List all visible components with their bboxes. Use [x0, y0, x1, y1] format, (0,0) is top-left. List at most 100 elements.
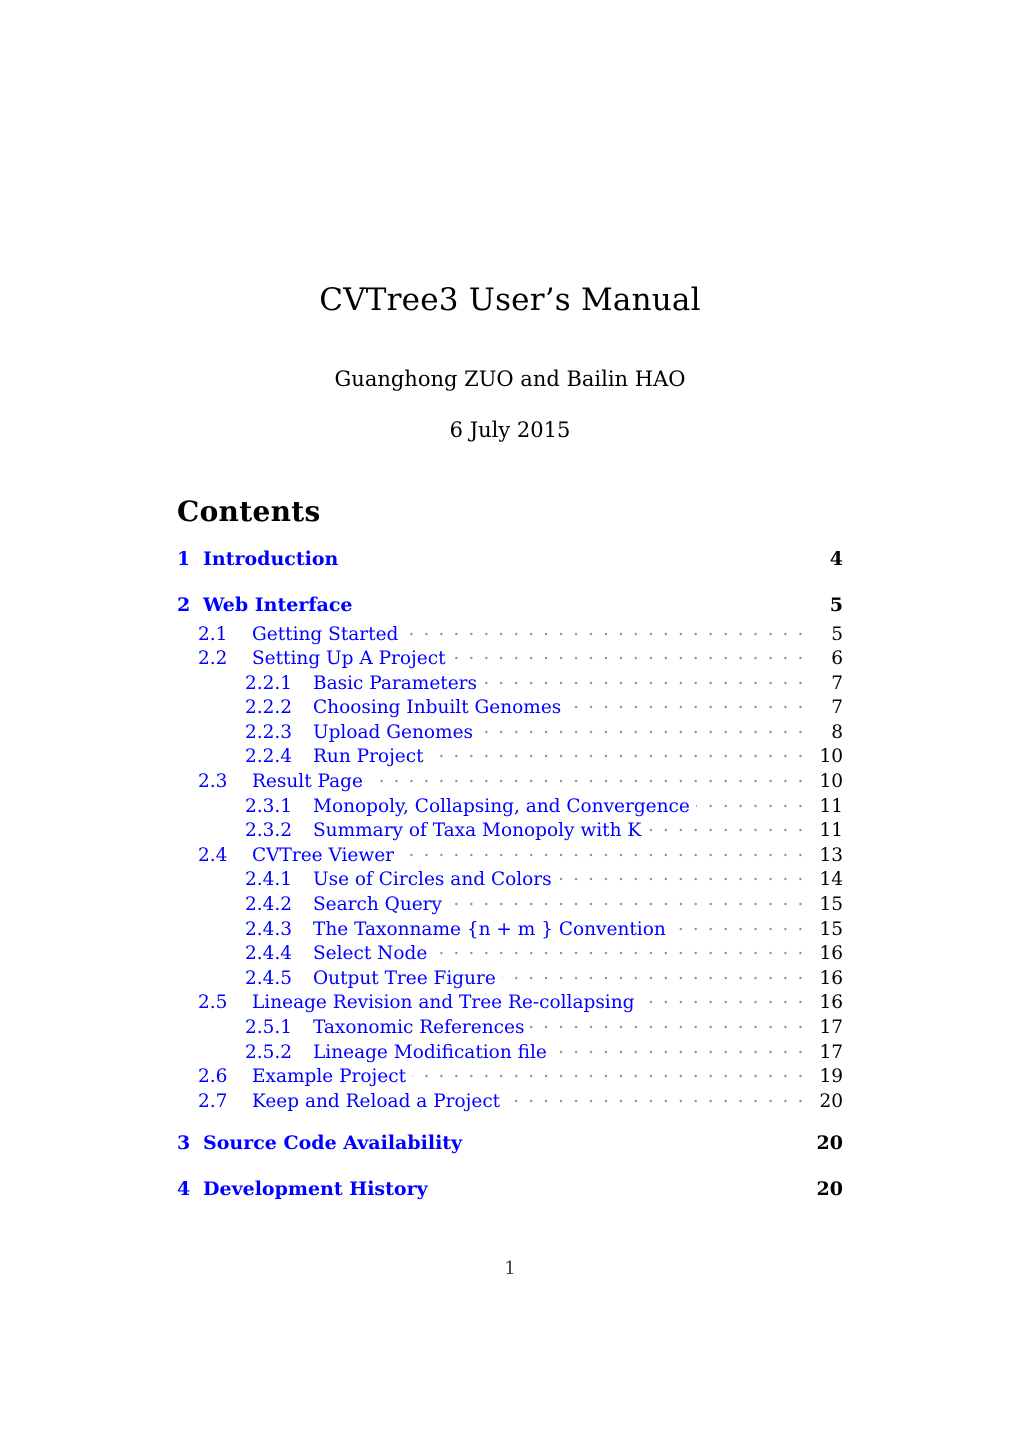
- toc-entry-number: 2.3.1: [245, 795, 293, 817]
- toc-entry[interactable]: 2.3 Result Page 10: [177, 769, 843, 794]
- toc-entry[interactable]: 1 Introduction 4: [177, 546, 843, 575]
- toc-entry[interactable]: 2.3.1 Monopoly, Collapsing, and Convergen…: [177, 793, 843, 818]
- toc-entry-number: 2.3: [198, 771, 228, 793]
- toc-entry-number: 2: [177, 594, 191, 616]
- toc-entry-page: 8: [831, 721, 843, 743]
- toc-entry-label: Example Project: [252, 1066, 407, 1088]
- toc-entry-number: 2.4.4: [245, 943, 293, 965]
- toc-entry-label: CVTree Viewer: [252, 844, 395, 866]
- toc-entry[interactable]: 2.5.1 Taxonomic References 17: [177, 1015, 843, 1040]
- document-authors: Guanghong ZUO and Bailin HAO: [334, 367, 686, 392]
- toc-entry[interactable]: 2.4.2 Search Query 15: [177, 892, 843, 917]
- toc-entry-label: Basic Parameters: [313, 672, 478, 694]
- toc-dot-leader: [672, 916, 805, 935]
- toc-entry-label: Summary of Taxa Monopoly with K: [313, 820, 642, 842]
- toc-entry-label: Keep and Reload a Project: [252, 1090, 501, 1112]
- toc-dot-leader: [369, 769, 805, 788]
- toc-dot-leader: [640, 990, 805, 1009]
- page-number-folio: 1: [504, 1258, 516, 1279]
- toc-entry-page: 20: [816, 1131, 843, 1154]
- toc-entry-label: Getting Started: [252, 623, 399, 645]
- toc-dot-leader: [506, 1088, 805, 1107]
- toc-entry-label: Search Query: [313, 894, 442, 916]
- toc-entry[interactable]: 2.6 Example Project 19: [177, 1064, 843, 1089]
- toc-dot-leader: [483, 670, 805, 689]
- toc-entry-number: 2.2.1: [245, 672, 293, 694]
- toc-entry-number: 1: [177, 548, 191, 570]
- toc-entry-number: 2.4.1: [245, 869, 293, 891]
- toc-entry-number: 2.2.4: [245, 746, 293, 768]
- toc-entry-label: Choosing Inbuilt Genomes: [313, 697, 562, 719]
- toc-entry-page: 11: [819, 820, 843, 842]
- toc-dot-leader: [567, 695, 805, 714]
- toc-entry-label: Output Tree Figure: [313, 967, 496, 989]
- toc-entry[interactable]: 2.4.4 Select Node 16: [177, 941, 843, 966]
- document-title: CVTree3 User’s Manual: [319, 282, 701, 318]
- toc-dot-leader: [558, 867, 805, 886]
- toc-entry-number: 2.5.2: [245, 1041, 293, 1063]
- toc-entry-number: 2.2.2: [245, 697, 293, 719]
- toc-entry-page: 6: [831, 648, 843, 670]
- toc-dot-leader: [430, 744, 805, 763]
- toc-entry[interactable]: 2.2.4 Run Project 10: [177, 744, 843, 769]
- toc-entry-page: 7: [831, 672, 843, 694]
- toc-entry-number: 2.1: [198, 623, 228, 645]
- toc-entry-label: Result Page: [252, 771, 363, 793]
- toc-dot-leader: [434, 1176, 805, 1195]
- toc-entry-label: Select Node: [313, 943, 428, 965]
- toc-entry-page: 11: [819, 795, 843, 817]
- toc-entry[interactable]: 2.2.1 Basic Parameters 7: [177, 670, 843, 695]
- toc-entry-label: Run Project: [313, 746, 424, 768]
- toc-dot-leader: [359, 592, 806, 611]
- toc-entry-number: 2.4.3: [245, 918, 293, 940]
- toc-dot-leader: [433, 941, 805, 960]
- toc-entry[interactable]: 2.4 CVTree Viewer 13: [177, 842, 843, 867]
- toc-entry-page: 5: [831, 623, 843, 645]
- toc-entry-page: 4: [829, 548, 843, 570]
- toc-dot-leader: [530, 1015, 805, 1034]
- toc-entry-page: 5: [829, 594, 843, 616]
- toc-dot-leader: [400, 842, 805, 861]
- toc-entry-page: 17: [819, 1017, 843, 1038]
- toc-entry-label: Lineage Modification file: [313, 1041, 547, 1063]
- toc-entry[interactable]: 2.5 Lineage Revision and Tree Re-collapsi…: [177, 990, 843, 1015]
- toc-dot-leader: [412, 1064, 805, 1083]
- toc-entry-label: Use of Circles and Colors: [313, 869, 552, 891]
- toc-dot-leader: [468, 1130, 805, 1149]
- toc-entry-page: 20: [819, 1090, 843, 1112]
- toc-entry-number: 2.2: [198, 648, 228, 670]
- toc-entry-page: 10: [819, 771, 843, 793]
- toc-entry-label: Introduction: [203, 548, 339, 570]
- toc-entry[interactable]: 2.7 Keep and Reload a Project 20: [177, 1088, 843, 1113]
- toc-entry-number: 2.5.1: [245, 1017, 293, 1038]
- toc-entry-number: 4: [177, 1177, 191, 1200]
- toc-entry[interactable]: 3 Source Code Availability 20: [177, 1130, 843, 1159]
- toc-entry[interactable]: 2 Web Interface 5: [177, 592, 843, 621]
- toc-dot-leader: [647, 818, 805, 837]
- toc-entry[interactable]: 2.3.2 Summary of Taxa Monopoly with K 11: [177, 818, 843, 843]
- toc-entry-label: Web Interface: [203, 594, 353, 616]
- toc-entry-label: Setting Up A Project: [252, 648, 446, 670]
- toc-entry[interactable]: 2.4.3 The Taxonname {n + m } Convention 15: [177, 916, 843, 941]
- toc-entry[interactable]: 2.2.2 Choosing Inbuilt Genomes 7: [177, 695, 843, 720]
- contents-heading: Contents: [177, 495, 321, 528]
- toc-entry[interactable]: 4 Development History 20: [177, 1176, 843, 1205]
- toc-entry[interactable]: 2.2 Setting Up A Project 6: [177, 646, 843, 671]
- toc-entry-page: 17: [819, 1041, 843, 1063]
- toc-entry-number: 2.7: [198, 1090, 228, 1112]
- toc-entry[interactable]: 2.1 Getting Started 5: [177, 621, 843, 646]
- toc-entry[interactable]: 2.4.5 Output Tree Figure 16: [177, 965, 843, 990]
- toc-entry-page: 10: [819, 746, 843, 768]
- toc-entry-number: 2.4.2: [245, 894, 293, 916]
- toc-entry-number: 3: [177, 1131, 191, 1154]
- title-block: CVTree3 User’s Manual Guanghong ZUO and …: [0, 283, 1020, 442]
- toc-entry[interactable]: 2.4.1 Use of Circles and Colors 14: [177, 867, 843, 892]
- toc-dot-leader: [553, 1039, 805, 1058]
- toc-entry-label: The Taxonname {n + m } Convention: [313, 918, 666, 940]
- toc-entry-page: 15: [819, 918, 843, 940]
- toc-entry[interactable]: 2.2.3 Upload Genomes 8: [177, 719, 843, 744]
- toc-entry-page: 19: [819, 1066, 843, 1088]
- toc-dot-leader: [448, 892, 805, 911]
- toc-dot-leader: [344, 546, 805, 565]
- toc-entry[interactable]: 2.5.2 Lineage Modification file 17: [177, 1039, 843, 1064]
